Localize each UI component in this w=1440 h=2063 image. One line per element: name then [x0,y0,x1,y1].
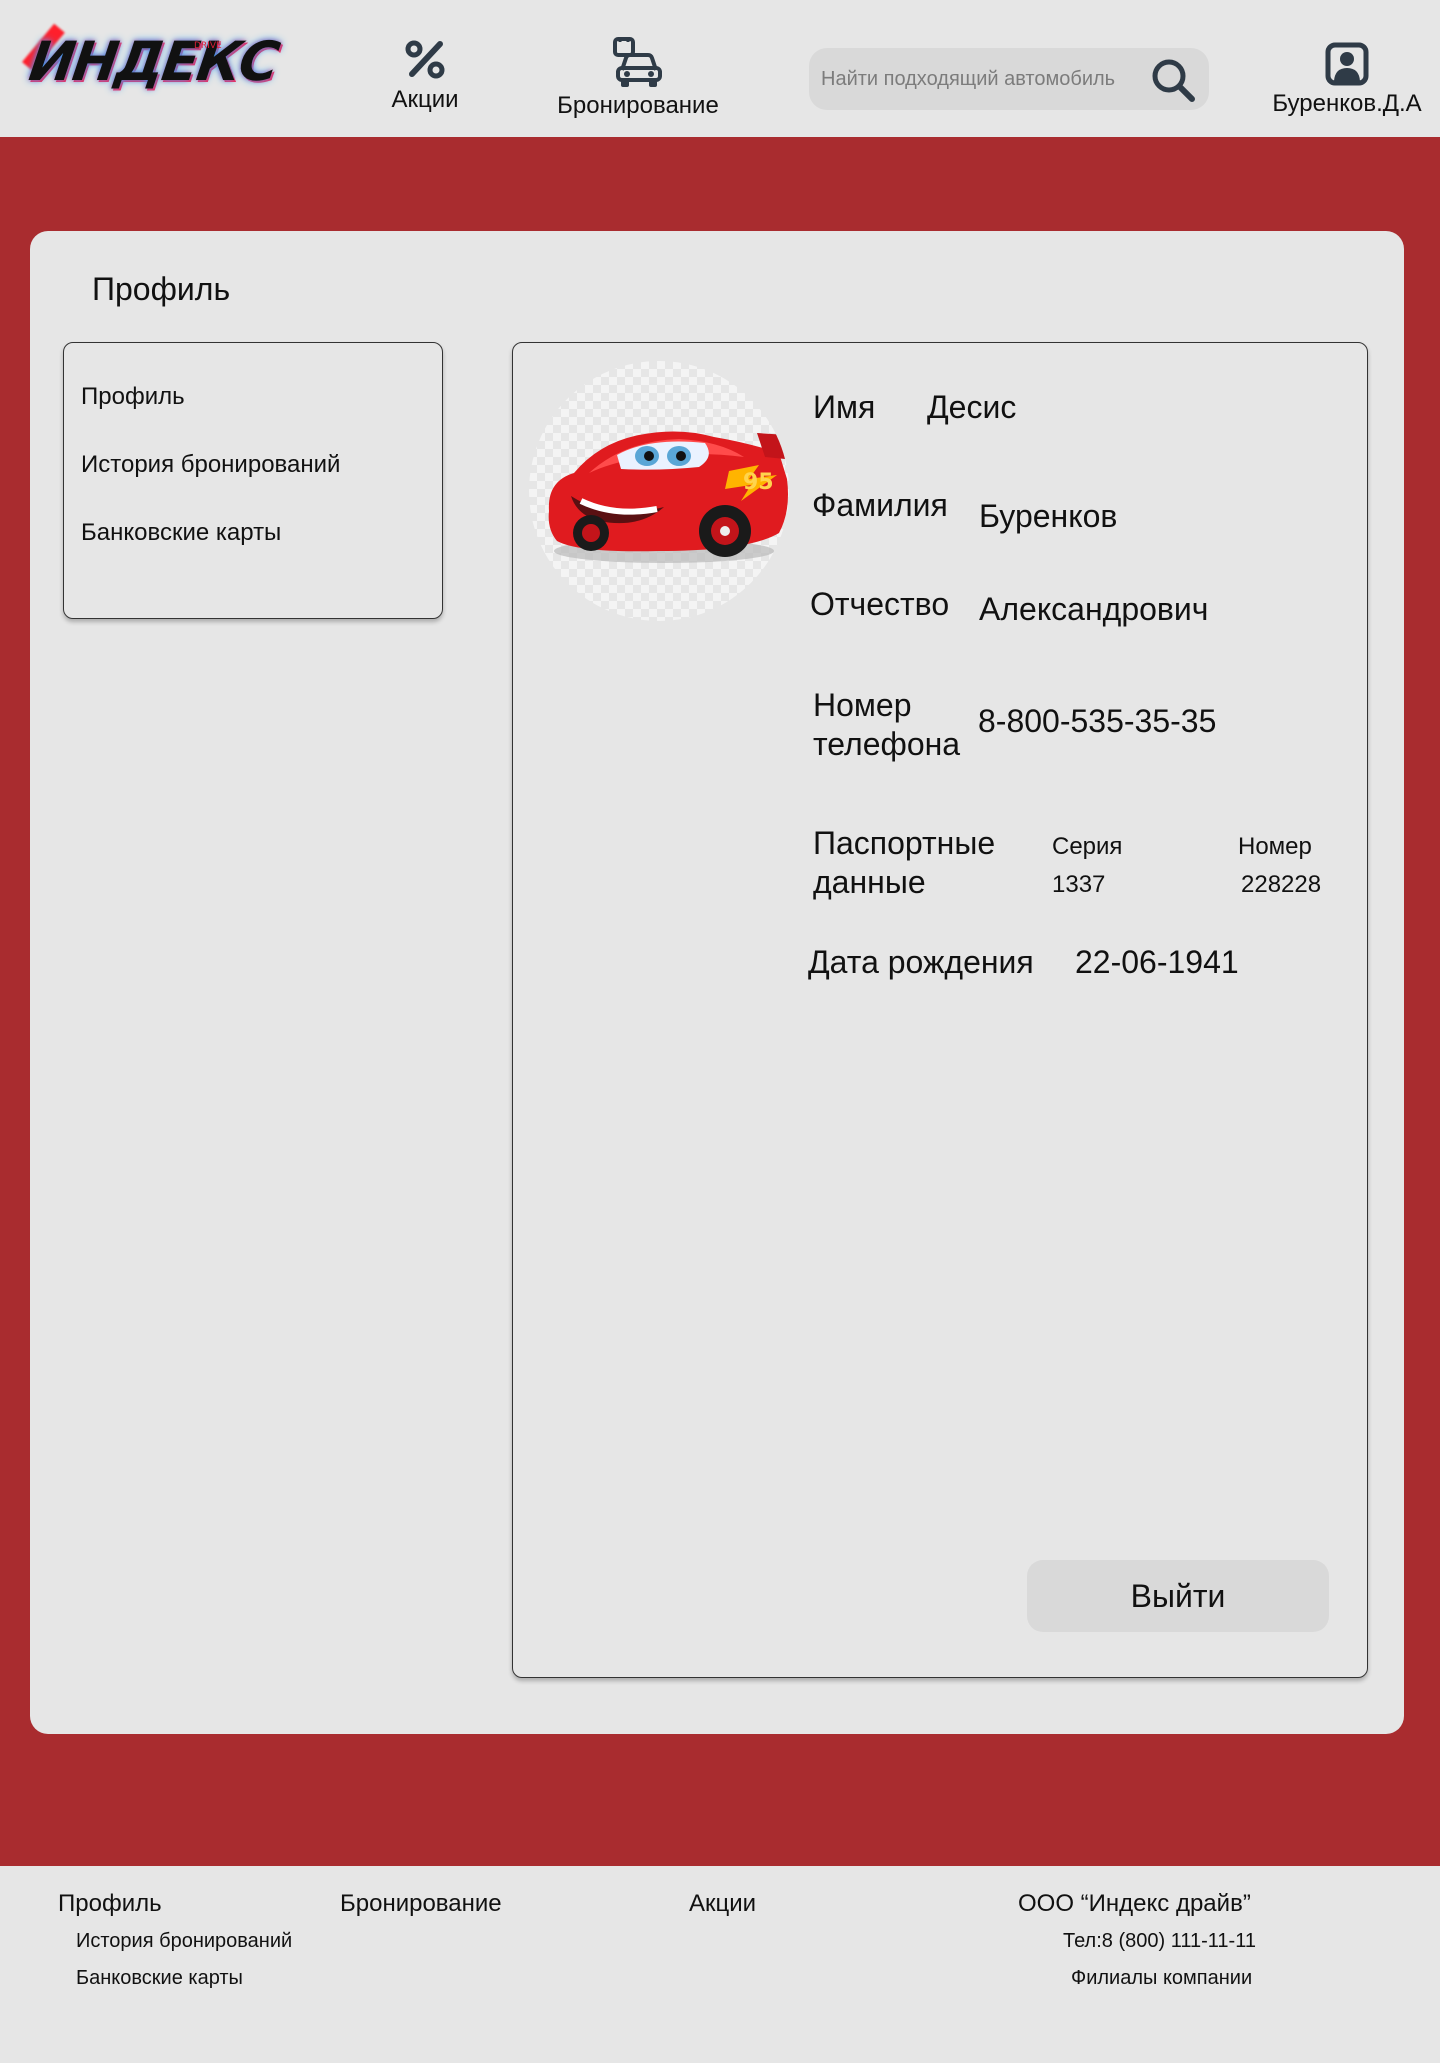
nav-akcii-label: Акции [391,86,459,113]
phone-value: 8-800-535-35-35 [978,703,1217,739]
brand-logo[interactable]: ИНДЕКС DRIVE [22,22,282,112]
name-value: Десис [927,389,1017,425]
logo-subtext: DRIVE [194,41,222,51]
logo-text: ИНДЕКС [25,30,282,93]
footer-link-booking-history[interactable]: История бронирований [76,1930,292,1953]
search-input[interactable] [821,48,1151,110]
percent-icon [405,40,445,79]
passport-number-value: 228228 [1241,871,1322,898]
birthdate-value: 22-06-1941 [1075,944,1239,980]
nav-bronirovanie[interactable]: Бронирование [548,36,728,120]
avatar-car-image: 95 [548,431,788,563]
sidemenu-item-profile[interactable]: Профиль [81,383,185,411]
profile-card: Профиль Профиль История бронирований Бан… [30,231,1404,1734]
avatar: 95 [529,361,789,621]
phone-label-line1: Номер [813,687,912,723]
passport-series-value: 1337 [1052,871,1106,898]
user-menu[interactable]: Буренков.Д.А [1262,42,1432,118]
search-bar [809,48,1209,110]
surname-label: Фамилия [812,487,948,523]
header: ИНДЕКС DRIVE Акции Бронирование Найти по… [0,0,1440,137]
profile-details-panel: 95 Имя Десис Фамилия Буренков Отчество А… [512,342,1368,1678]
car-calendar-icon [613,37,662,87]
profile-side-menu: Профиль История бронирований Банковские … [63,342,443,619]
svg-text:95: 95 [743,470,774,495]
patronymic-label: Отчество [810,586,950,622]
name-label: Имя [813,389,876,425]
phone-label-line2: телефона [813,726,961,762]
footer-link-branches[interactable]: Филиалы компании [1071,1967,1252,1990]
footer-company-phone: Тел:8 (800) 111-11-11 [1063,1930,1256,1952]
birthdate-label: Дата рождения [808,944,1034,980]
nav-bronirovanie-label: Бронирование [557,92,719,119]
search-icon[interactable] [1149,56,1197,104]
passport-number-label: Номер [1238,833,1312,860]
footer-link-profile[interactable]: Профиль [58,1890,162,1918]
sidemenu-item-bank-cards[interactable]: Банковские карты [81,519,281,547]
patronymic-value: Александрович [979,591,1209,627]
user-profile-icon [1325,42,1369,86]
user-name: Буренков.Д.А [1272,90,1422,117]
page-title: Профиль [92,271,231,307]
surname-value: Буренков [979,498,1118,534]
nav-akcii[interactable]: Акции [380,36,470,114]
footer-link-bronirovanie[interactable]: Бронирование [340,1890,502,1918]
footer-link-bank-cards[interactable]: Банковские карты [76,1967,243,1990]
passport-series-label: Серия [1052,833,1123,860]
footer-company-name: ООО “Индекс драйв” [1018,1890,1251,1917]
passport-label-line2: данные [813,864,926,900]
logout-button[interactable]: Выйти [1027,1560,1329,1632]
passport-label-line1: Паспортные [813,825,996,861]
footer-link-akcii[interactable]: Акции [689,1890,756,1918]
sidemenu-item-booking-history[interactable]: История бронирований [81,451,340,479]
footer: Профиль История бронирований Банковские … [0,1866,1440,2063]
